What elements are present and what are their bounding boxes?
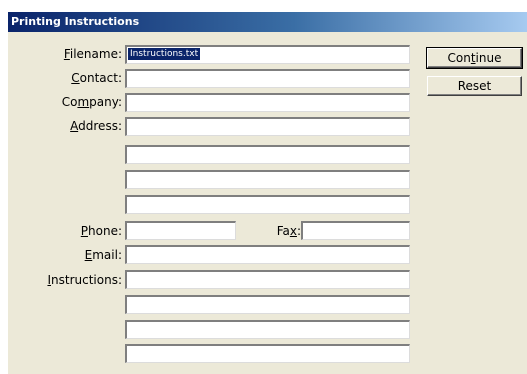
fax-label: Fax: — [276, 224, 301, 238]
window-title: Printing Instructions — [11, 15, 140, 28]
filename-label: Filename: — [63, 47, 122, 61]
filename-field[interactable]: Instructions.txt — [125, 45, 410, 64]
phone-label: Phone: — [80, 224, 122, 238]
address-field-line-1[interactable] — [125, 117, 410, 136]
address-field-line-4[interactable] — [125, 195, 410, 214]
continue-button[interactable]: Continue — [426, 47, 523, 69]
company-field[interactable] — [125, 93, 410, 112]
title-bar[interactable]: Printing Instructions — [8, 12, 527, 32]
reset-button[interactable]: Reset — [427, 76, 522, 96]
fax-field[interactable] — [301, 221, 410, 240]
instructions-label: Instructions: — [47, 273, 122, 287]
instructions-field-line-1[interactable] — [125, 270, 410, 289]
instructions-field-line-4[interactable] — [125, 344, 410, 363]
instructions-field-line-3[interactable] — [125, 320, 410, 339]
contact-field[interactable] — [125, 69, 410, 88]
contact-label: Contact: — [71, 71, 122, 85]
filename-value: Instructions.txt — [128, 48, 201, 60]
instructions-field-line-2[interactable] — [125, 295, 410, 314]
address-field-line-2[interactable] — [125, 145, 410, 164]
printing-instructions-dialog: Printing Instructions Filename: Instruct… — [8, 12, 527, 374]
company-label: Company: — [61, 95, 122, 109]
email-label: Email: — [84, 248, 122, 262]
address-label: Address: — [70, 119, 122, 133]
phone-field[interactable] — [125, 221, 236, 240]
email-field[interactable] — [125, 245, 410, 264]
address-field-line-3[interactable] — [125, 170, 410, 189]
